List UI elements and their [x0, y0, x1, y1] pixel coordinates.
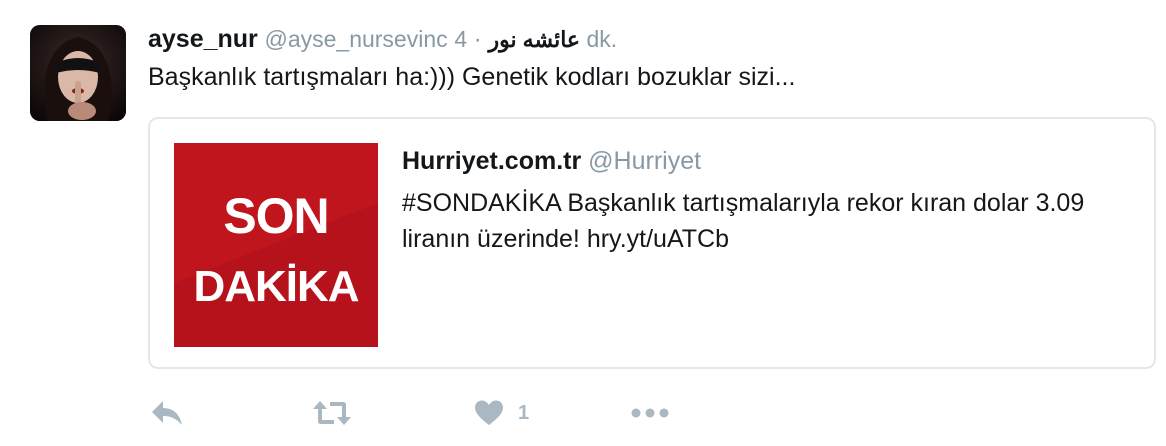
quoted-tweet[interactable]: SON DAKİKA Hurriyet.com.tr @Hurriyet #SO… [148, 117, 1156, 369]
separator-dot: · [473, 26, 482, 53]
retweet-icon [313, 401, 351, 425]
reply-icon [152, 401, 182, 425]
tweet-header: ayse_nur @ayse_nursevinc عائشه نور · 4 d… [148, 24, 617, 55]
quoted-tweet-header: Hurriyet.com.tr @Hurriyet [402, 145, 701, 177]
quoted-tweet-image[interactable]: SON DAKİKA [174, 143, 378, 347]
more-button[interactable] [630, 393, 670, 433]
quoted-tweet-text: #SONDAKİKA Başkanlık tartışmalarıyla rek… [402, 189, 1085, 253]
son-dakika-image: SON DAKİKA [174, 143, 378, 347]
quoted-handle[interactable]: @Hurriyet [588, 147, 701, 175]
reply-button[interactable] [150, 393, 184, 433]
avatar[interactable] [30, 25, 126, 121]
image-text-line2: DAKİKA [193, 262, 358, 311]
like-button[interactable]: 1 [474, 393, 529, 433]
like-count: 1 [518, 401, 530, 424]
tweet-text: Başkanlık tartışmaları ha:))) Genetik ko… [148, 63, 796, 91]
heart-icon [475, 400, 503, 425]
image-text-line1: SON [223, 188, 328, 244]
quoted-display-name[interactable]: Hurriyet.com.tr [402, 147, 581, 175]
arabic-name: عائشه نور [488, 27, 581, 52]
user-handle[interactable]: @ayse_nursevinc [264, 26, 447, 52]
user-avatar-photo-icon [30, 25, 126, 121]
display-name[interactable]: ayse_nur [148, 25, 258, 53]
tweet[interactable]: ayse_nur @ayse_nursevinc عائشه نور · 4 d… [0, 0, 1166, 446]
more-icon [631, 408, 669, 418]
retweet-button[interactable] [312, 393, 352, 433]
tweet-actions: 1 [148, 393, 748, 433]
